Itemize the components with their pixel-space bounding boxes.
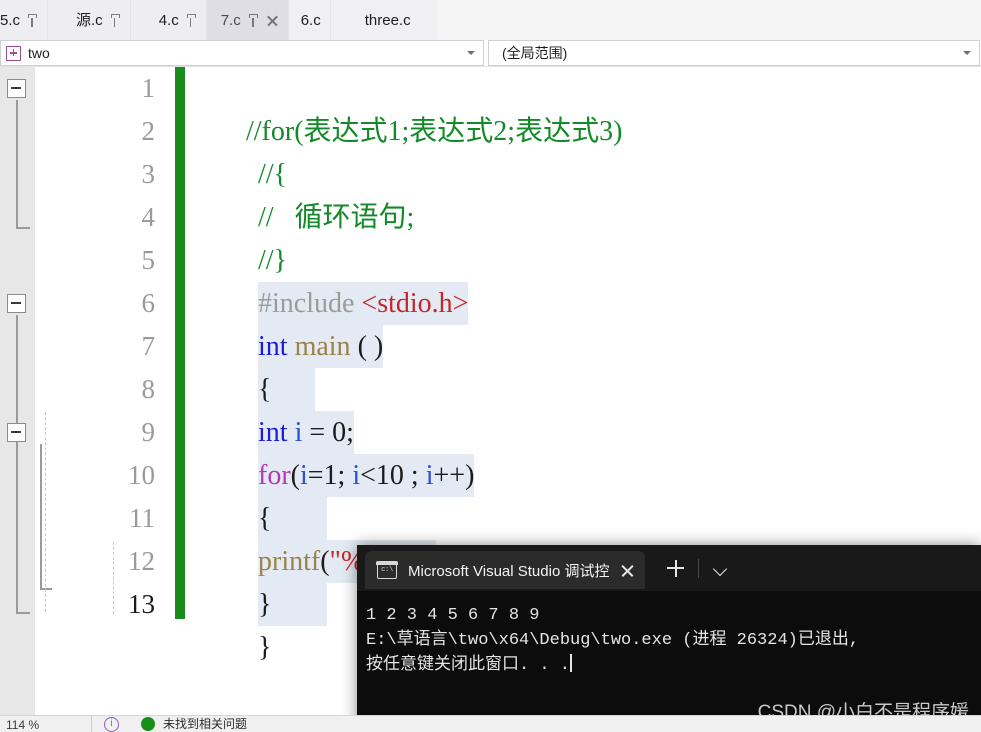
editor-tab-label: three.c — [364, 11, 411, 29]
indent-guide — [45, 412, 46, 612]
console-tab[interactable]: c:\ Microsoft Visual Studio 调试控 — [365, 551, 646, 589]
line-number: 6 — [141, 288, 156, 318]
pin-icon[interactable] — [248, 13, 259, 27]
status-indicator-icon — [141, 717, 155, 731]
pin-icon[interactable] — [27, 13, 38, 27]
fold-toggle-line-6[interactable] — [7, 294, 26, 313]
pin-icon[interactable] — [186, 13, 197, 27]
code-line-11: printf("%d ", i); — [190, 497, 981, 583]
close-icon[interactable] — [620, 563, 635, 578]
code-line-2: //{ — [190, 110, 981, 190]
code-line-1: //for(表达式1;表达式2;表达式3) — [190, 67, 981, 147]
editor-tab-label: 5.c — [0, 11, 21, 29]
visual-studio-window: 5.c 源.c 4.c 7.c 6.c three.c two (全局范围) 1… — [0, 0, 981, 732]
scope-dropdown-value: (全局范围) — [502, 45, 568, 61]
project-dropdown[interactable]: two — [0, 40, 484, 66]
line-number: 8 — [141, 374, 156, 404]
scope-dropdown[interactable]: (全局范围) — [488, 40, 980, 66]
line-number: 10 — [128, 460, 155, 490]
project-icon — [6, 45, 21, 61]
editor-tab-label: 7.c — [220, 11, 241, 29]
close-icon[interactable] — [266, 14, 279, 27]
outline-rail-foot — [40, 588, 52, 590]
code-line-5: #include <stdio.h> — [190, 239, 981, 325]
fold-toggle-line-9[interactable] — [7, 423, 26, 442]
pin-icon[interactable] — [110, 13, 121, 27]
code-line-7: { — [190, 325, 981, 411]
console-output-line: 1 2 3 4 5 6 7 8 9 — [366, 606, 540, 625]
line-number: 5 — [141, 245, 156, 275]
line-number: 11 — [129, 503, 155, 533]
console-tab-title: Microsoft Visual Studio 调试控 — [408, 562, 610, 580]
editor-tab-label: 4.c — [158, 11, 179, 29]
cmd-icon: c:\ — [376, 560, 398, 579]
code-line-4: //} — [190, 196, 981, 276]
console-caret — [570, 654, 572, 672]
console-output-line: E:\草语言\two\x64\Debug\two.exe (进程 26324)已… — [366, 631, 860, 650]
outline-rail — [40, 444, 42, 589]
line-number: 4 — [141, 202, 156, 232]
editor-tab-4c[interactable]: 4.c — [130, 0, 207, 40]
project-dropdown-value: two — [28, 45, 50, 61]
outline-rail — [16, 100, 18, 228]
editor-change-bar — [175, 67, 185, 619]
error-info-icon[interactable]: i — [104, 716, 119, 732]
console-title-bar[interactable]: c:\ Microsoft Visual Studio 调试控 — [357, 545, 981, 591]
editor-tab-7c[interactable]: 7.c — [206, 0, 289, 40]
outline-rail-foot — [16, 612, 30, 614]
line-number: 3 — [141, 159, 156, 189]
status-bar: 114 % i 未找到相关问题 — [0, 715, 981, 732]
line-number: 7 — [141, 331, 156, 361]
code-line-10: { — [190, 454, 981, 540]
brace-close: } — [258, 632, 272, 663]
toolbar-divider — [698, 558, 700, 578]
editor-tab-5c[interactable]: 5.c — [0, 0, 49, 40]
editor-tab-label: 源.c — [76, 11, 103, 29]
editor-tab-6c[interactable]: 6.c — [288, 0, 331, 40]
outline-rail — [16, 315, 18, 613]
line-number: 9 — [141, 417, 156, 447]
new-tab-icon[interactable] — [667, 559, 685, 577]
indent-guide — [113, 542, 114, 614]
outline-rail-foot — [16, 227, 30, 229]
status-message: 未找到相关问题 — [163, 716, 248, 731]
editor-navigation-bar: two (全局范围) — [0, 40, 981, 67]
console-output-line: 按任意键关闭此窗口. . . — [366, 656, 571, 675]
line-number: 2 — [141, 116, 156, 146]
code-line-9: for(i=1; i<10 ; i++) — [190, 411, 981, 497]
chevron-down-icon[interactable] — [463, 41, 479, 65]
chevron-down-icon[interactable] — [713, 561, 728, 576]
code-line-3: // 循环语句; — [190, 153, 981, 233]
line-number: 1 — [141, 73, 156, 103]
fold-toggle-line-1[interactable] — [7, 79, 26, 98]
code-line-6: int main ( ) — [190, 282, 981, 368]
zoom-level[interactable]: 114 % — [0, 716, 92, 732]
code-line-8: int i = 0; — [190, 368, 981, 454]
debug-console-window[interactable]: c:\ Microsoft Visual Studio 调试控 1 2 3 4 … — [357, 545, 981, 732]
chevron-down-icon[interactable] — [959, 41, 975, 65]
editor-tab-three-c[interactable]: three.c — [330, 0, 437, 40]
editor-tab-source-c[interactable]: 源.c — [48, 0, 131, 40]
editor-tab-label: 6.c — [300, 11, 321, 29]
editor-tab-strip: 5.c 源.c 4.c 7.c 6.c three.c — [0, 0, 981, 41]
